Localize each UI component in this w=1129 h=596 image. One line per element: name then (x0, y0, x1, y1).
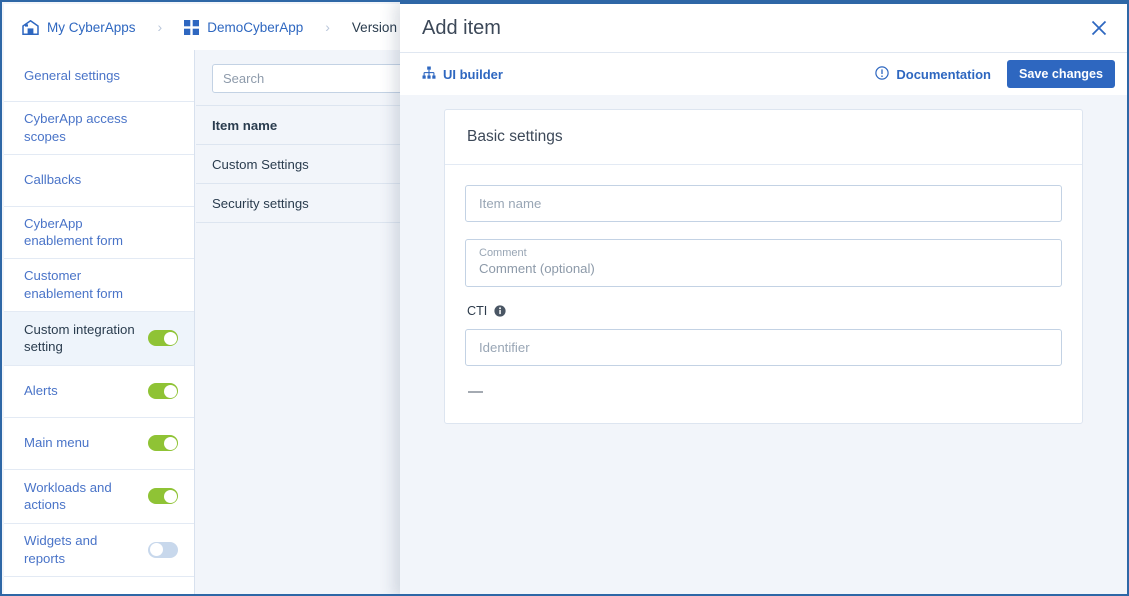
comment-input[interactable]: Comment Comment (optional) (465, 239, 1062, 287)
sidebar-item-widgets-and-reports[interactable]: Widgets and reports (4, 524, 194, 577)
sidebar-item-label: Custom integration setting (24, 321, 135, 355)
cti-separator-mark: — (468, 383, 483, 400)
documentation-label: Documentation (896, 66, 991, 82)
sidebar-item-custom-integration-setting[interactable]: Custom integration setting (4, 311, 194, 366)
sidebar-item-workloads-and-actions[interactable]: Workloads and actions (4, 470, 194, 524)
info-icon[interactable] (494, 305, 506, 317)
modal-toolbar: UI builder Documentation Save changes (400, 52, 1127, 95)
sidebar-item-customer-enablement-form[interactable]: Customer enablement form (4, 259, 194, 312)
home-icon (22, 19, 39, 35)
grid-icon (184, 19, 200, 35)
sidebar-item-label: Workloads and actions (24, 479, 112, 513)
documentation-link[interactable]: Documentation (875, 65, 991, 83)
info-circle-icon (875, 65, 890, 83)
item-name-placeholder: Item name (479, 196, 542, 211)
search-placeholder: Search (223, 71, 265, 86)
modal-toolbar-left: UI builder (422, 66, 503, 83)
item-name-input[interactable]: Item name (465, 185, 1062, 222)
basic-settings-title: Basic settings (445, 110, 1082, 165)
breadcrumb-item-label: My CyberApps (47, 19, 136, 35)
modal-title: Add item (422, 16, 501, 39)
sidebar-item-label: Customer enablement form (24, 268, 123, 302)
sidebar-toggle-main-menu[interactable] (148, 435, 178, 452)
cti-label: CTI (467, 304, 1062, 318)
breadcrumb-item-label: DemoCyberApp (207, 19, 304, 35)
breadcrumb-separator: › (325, 19, 330, 35)
column-header-item-name: Item name (212, 117, 278, 133)
sidebar: General settings CyberApp access scopes … (4, 50, 195, 594)
sidebar-item-label: General settings (24, 67, 121, 83)
comment-placeholder: Comment (optional) (479, 261, 595, 276)
sidebar-item-label: CyberApp enablement form (24, 215, 123, 249)
sidebar-item-general-settings[interactable]: General settings (4, 50, 194, 102)
list-item-label: Security settings (212, 195, 309, 211)
sidebar-item-label: Callbacks (24, 172, 82, 188)
sidebar-item-cyberapp-access-scopes[interactable]: CyberApp access scopes (4, 102, 194, 155)
comment-label: Comment (479, 247, 527, 259)
breadcrumb-item-democyberapp[interactable]: DemoCyberApp (184, 19, 304, 35)
sidebar-item-label: CyberApp access scopes (24, 111, 128, 144)
app-window: My CyberApps › DemoCyberApp › Version (v… (0, 0, 1129, 596)
add-item-modal: Add item UI builder Documentation Save c… (400, 2, 1127, 594)
sidebar-item-label: Alerts (24, 383, 58, 399)
breadcrumb-item-my-cyberapps[interactable]: My CyberApps (22, 19, 136, 35)
sidebar-toggle-alerts[interactable] (148, 383, 178, 400)
sidebar-item-main-menu[interactable]: Main menu (4, 418, 194, 470)
sidebar-item-callbacks[interactable]: Callbacks (4, 155, 194, 207)
sitemap-icon (422, 66, 436, 83)
identifier-placeholder: Identifier (479, 340, 530, 355)
modal-toolbar-right: Documentation Save changes (875, 60, 1115, 88)
modal-title-bar: Add item (400, 4, 1127, 52)
sidebar-item-label: Widgets and reports (24, 532, 98, 566)
ui-builder-button[interactable]: UI builder (422, 66, 503, 83)
basic-settings-body: Item name Comment Comment (optional) CTI (445, 165, 1082, 423)
sidebar-item-alerts[interactable]: Alerts (4, 366, 194, 418)
save-changes-button[interactable]: Save changes (1006, 60, 1115, 88)
close-icon[interactable] (1089, 18, 1109, 38)
sidebar-toggle-custom-integration-setting[interactable] (148, 330, 178, 347)
sidebar-item-cyberapp-enablement-form[interactable]: CyberApp enablement form (4, 207, 194, 260)
ui-builder-label: UI builder (443, 66, 503, 82)
basic-settings-card: Basic settings Item name Comment Comment… (444, 109, 1083, 424)
sidebar-item-label: Main menu (24, 435, 90, 451)
cti-label-text: CTI (467, 304, 488, 318)
sidebar-toggle-workloads-and-actions[interactable] (148, 488, 178, 505)
modal-body: Basic settings Item name Comment Comment… (400, 95, 1127, 594)
breadcrumb-separator: › (157, 19, 163, 35)
identifier-input[interactable]: Identifier (465, 329, 1062, 366)
sidebar-toggle-widgets-and-reports[interactable] (148, 541, 178, 558)
list-item-label: Custom Settings (212, 156, 309, 172)
